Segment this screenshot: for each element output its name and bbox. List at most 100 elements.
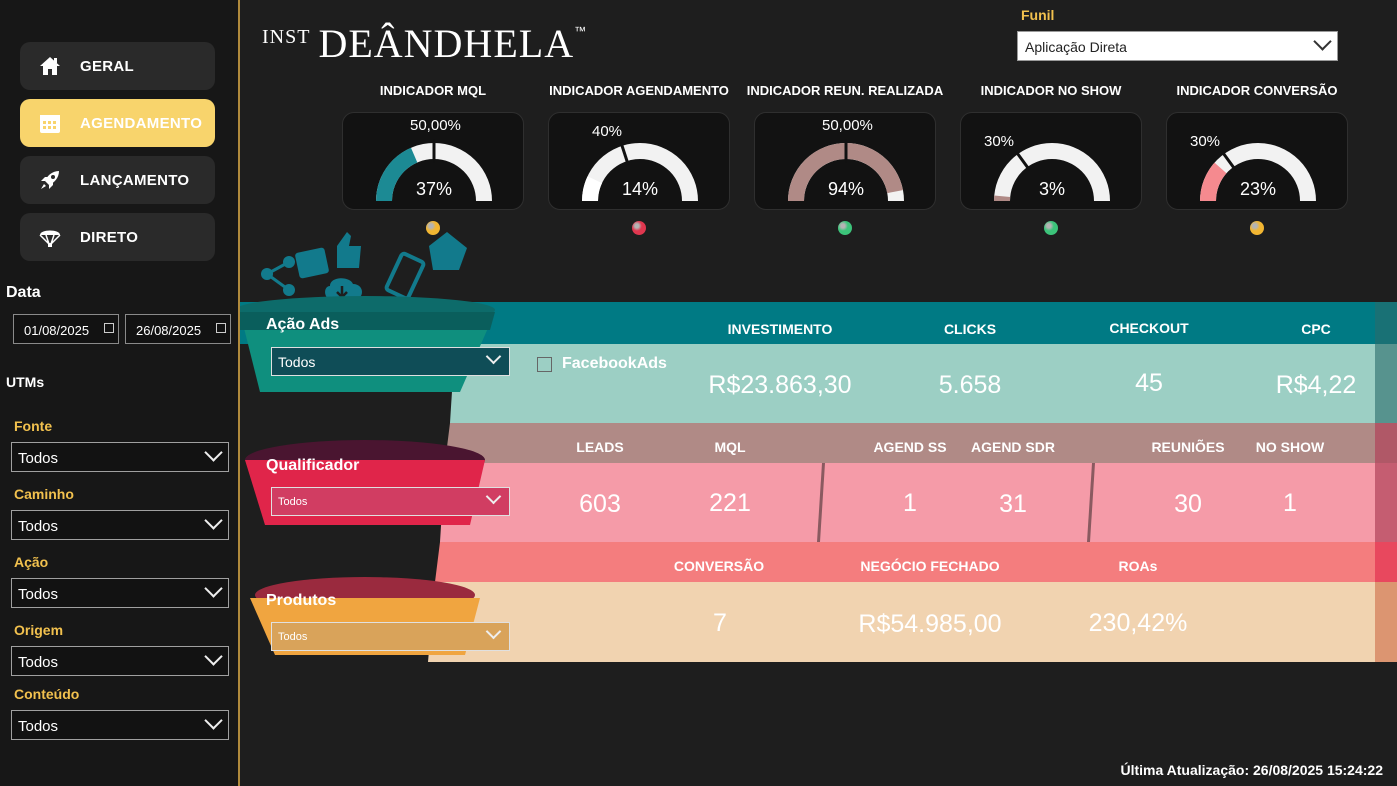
- gauge-status-dot: [632, 221, 646, 235]
- chevron-down-icon: [1313, 32, 1332, 51]
- ads-header-clicks: CLICKS: [943, 321, 997, 337]
- facebookads-label: FacebookAds: [562, 355, 667, 372]
- date-start-input[interactable]: 01/08/2025: [13, 314, 119, 344]
- gauge-target-label: 50,00%: [410, 117, 461, 134]
- gauge-value: 23%: [1239, 179, 1277, 199]
- acao-ads-value: Todos: [278, 354, 316, 370]
- qualificador-select[interactable]: Todos: [271, 487, 510, 516]
- ads-value-investimento: R$23.863,30: [708, 371, 852, 399]
- gauge-target-label: 30%: [1190, 133, 1221, 150]
- produtos-select[interactable]: Todos: [271, 622, 510, 651]
- gauge-title: INDICADOR AGENDAMENTO: [549, 83, 729, 98]
- ads-value-cpc: R$4,22: [1275, 371, 1357, 399]
- chevron-down-icon: [485, 488, 502, 505]
- conteudo-label: Conteúdo: [14, 686, 80, 702]
- facebookads-checkbox[interactable]: [537, 357, 552, 372]
- qual-value-leads: 603: [579, 490, 621, 518]
- logo-name: DEÂNDHELA: [318, 21, 575, 66]
- qual-value-agend-ss: 1: [903, 489, 917, 517]
- qual-header-agend-sdr: AGEND SDR: [970, 439, 1055, 455]
- origem-value: Todos: [18, 654, 59, 671]
- qual-header-reunioes: REUNIÕES: [1151, 439, 1225, 455]
- qualificador-label: Qualificador: [266, 457, 360, 474]
- acao-label: Ação: [14, 554, 49, 570]
- rocket-icon: [41, 171, 59, 189]
- nav-lancamento-button[interactable]: LANÇAMENTO: [20, 156, 215, 204]
- nav-direto-button[interactable]: DIRETO: [20, 213, 215, 261]
- gauge-card: 3% 30%: [960, 112, 1142, 210]
- gauge-status-dot: [838, 221, 852, 235]
- nav-geral-button[interactable]: GERAL: [20, 42, 215, 90]
- date-start-value: 01/08/2025: [24, 323, 90, 338]
- qual-value-no-show: 1: [1283, 489, 1297, 517]
- ads-header-investimento: INVESTIMENTO: [727, 321, 833, 337]
- qual-value-agend-sdr: 31: [999, 490, 1027, 518]
- chevron-down-icon: [204, 647, 223, 666]
- qual-value-mql: 221: [709, 489, 751, 517]
- qualificador-value: Todos: [278, 496, 308, 508]
- gauge-card: 37% 50,00%: [342, 112, 524, 210]
- utms-label: UTMs: [6, 374, 45, 390]
- chevron-down-icon: [485, 348, 502, 365]
- nav-label: DIRETO: [80, 228, 139, 246]
- acao-ads-label: Ação Ads: [266, 316, 340, 333]
- fonte-select[interactable]: Todos: [11, 442, 229, 472]
- gauge-target-label: 30%: [984, 133, 1015, 150]
- sidebar: GERAL AGENDAMENTO LANÇAMENTO DIRETO Data…: [0, 0, 240, 786]
- origem-label: Origem: [14, 622, 64, 638]
- qual-header-mql: MQL: [714, 439, 746, 455]
- nav-label: AGENDAMENTO: [80, 114, 203, 132]
- ads-header-cpc: CPC: [1301, 321, 1331, 337]
- gauge-card: 14% 40%: [548, 112, 730, 210]
- logo-prefix: INST: [262, 26, 311, 48]
- ads-value-clicks: 5.658: [938, 371, 1002, 399]
- gauge-title: INDICADOR CONVERSÃO: [1176, 83, 1338, 98]
- chevron-down-icon: [485, 623, 502, 640]
- calendar-small-icon[interactable]: [104, 323, 114, 333]
- caminho-value: Todos: [18, 518, 59, 535]
- logo-trademark: ™: [574, 24, 587, 38]
- fonte-value: Todos: [18, 450, 59, 467]
- last-update-text: Última Atualização: 26/08/2025 15:24:22: [1120, 762, 1383, 778]
- brand-logo: INST DEÂNDHELA ™: [262, 20, 586, 67]
- gauge-value: 3%: [1038, 179, 1065, 199]
- acao-value: Todos: [18, 586, 59, 603]
- qual-value-reunioes: 30: [1174, 490, 1202, 518]
- date-label: Data: [6, 284, 41, 301]
- funil-label: Funil: [1021, 7, 1055, 23]
- home-icon: [40, 57, 60, 75]
- funil-value: Aplicação Direta: [1025, 39, 1127, 55]
- funil-select[interactable]: Aplicação Direta: [1017, 31, 1338, 61]
- gauge-card: 94% 50,00%: [754, 112, 936, 210]
- date-end-input[interactable]: 26/08/2025: [125, 314, 231, 344]
- origem-select[interactable]: Todos: [11, 646, 229, 676]
- acao-select[interactable]: Todos: [11, 578, 229, 608]
- acao-ads-select[interactable]: Todos: [271, 347, 510, 376]
- calendar-icon: [40, 115, 60, 133]
- prod-value-roas: 230,42%: [1088, 609, 1188, 637]
- nav-label: LANÇAMENTO: [80, 171, 190, 189]
- prod-header-conversao: CONVERSÃO: [673, 558, 765, 574]
- chevron-down-icon: [204, 443, 223, 462]
- gauge-title: INDICADOR REUN. REALIZADA: [746, 83, 944, 98]
- chevron-down-icon: [204, 711, 223, 730]
- gauge-target-label: 40%: [592, 123, 623, 140]
- conteudo-select[interactable]: Todos: [11, 710, 229, 740]
- gauge-title: INDICADOR NO SHOW: [980, 83, 1122, 98]
- fonte-label: Fonte: [14, 418, 53, 434]
- caminho-select[interactable]: Todos: [11, 510, 229, 540]
- ads-value-checkout: 45: [1135, 369, 1163, 397]
- prod-header-negocio-fechado: NEGÓCIO FECHADO: [860, 558, 1000, 574]
- gauge-value: 94%: [827, 179, 865, 199]
- nav-agendamento-button[interactable]: AGENDAMENTO: [20, 99, 215, 147]
- prod-value-negocio-fechado: R$54.985,00: [858, 610, 1002, 638]
- chevron-down-icon: [204, 511, 223, 530]
- chevron-down-icon: [204, 579, 223, 598]
- qual-header-leads: LEADS: [576, 439, 624, 455]
- calendar-small-icon[interactable]: [216, 323, 226, 333]
- prod-header-roas: ROAs: [1118, 558, 1158, 574]
- qual-header-no-show: NO SHOW: [1255, 439, 1325, 455]
- ads-header-checkout: CHECKOUT: [1109, 320, 1189, 336]
- prod-value-conversao: 7: [713, 609, 727, 637]
- date-end-value: 26/08/2025: [136, 323, 202, 338]
